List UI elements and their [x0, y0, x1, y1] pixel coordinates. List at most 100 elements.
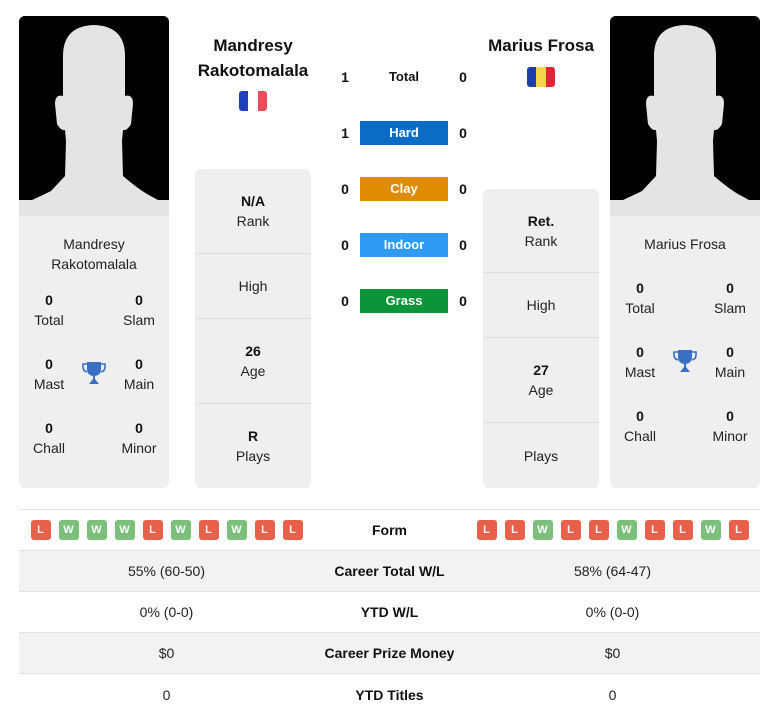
- form-loss-badge[interactable]: L: [30, 520, 51, 540]
- player1-photo: [19, 16, 169, 216]
- player1-prize-money: $0: [158, 645, 175, 661]
- player1-titles-slam: 0 Slam: [109, 290, 169, 330]
- prize-money-row: $0 Career Prize Money $0: [19, 633, 760, 674]
- form-win-badge[interactable]: W: [532, 520, 553, 540]
- form-loss-badge[interactable]: L: [282, 520, 303, 540]
- player1-rank: N/A Rank: [195, 169, 311, 254]
- player2-plays: Plays: [483, 423, 599, 488]
- h2h-right-count: 0: [459, 125, 467, 141]
- h2h-total: 1 Total 0: [330, 65, 478, 89]
- form-loss-badge[interactable]: L: [476, 520, 497, 540]
- player1-age: 26 Age: [195, 319, 311, 404]
- value: 0: [636, 280, 644, 296]
- surface-grass-badge[interactable]: Grass: [360, 289, 448, 313]
- form-win-badge[interactable]: W: [170, 520, 191, 540]
- form-loss-badge[interactable]: L: [254, 520, 275, 540]
- player1-titles-mast: 0 Mast: [19, 354, 79, 394]
- player2-titles-slam: 0 Slam: [700, 278, 760, 318]
- romania-flag-icon: [527, 67, 555, 87]
- h2h-left-count: 0: [341, 293, 349, 309]
- value: Ret.: [527, 212, 555, 229]
- player1-titles-minor: 0 Minor: [109, 418, 169, 458]
- h2h-hard: 1 Hard 0: [330, 121, 478, 145]
- form-win-badge[interactable]: W: [86, 520, 107, 540]
- player2-card: Marius Frosa 0 Total 0 Slam 0 Mast 0 Mai…: [610, 16, 760, 488]
- label: Plays: [523, 447, 559, 464]
- player2-titles-grid: 0 Total 0 Slam 0 Mast 0 Main 0 Chall 0 M…: [610, 278, 760, 478]
- value: 0: [45, 356, 53, 372]
- value: 0: [636, 408, 644, 424]
- player1-high: High: [195, 254, 311, 319]
- value: R: [247, 428, 259, 444]
- player2-age: 27 Age: [483, 338, 599, 423]
- surface-hard-badge[interactable]: Hard: [360, 121, 448, 145]
- h2h-right-count: 0: [459, 237, 467, 253]
- player1-card-name: Mandresy Rakotomalala: [19, 234, 169, 274]
- label: Main: [123, 376, 155, 392]
- h2h-clay: 0 Clay 0: [330, 177, 478, 201]
- form-loss-badge[interactable]: L: [560, 520, 581, 540]
- surface-clay-badge[interactable]: Clay: [360, 177, 448, 201]
- h2h-right-count: 0: [459, 293, 467, 309]
- player1-name[interactable]: Mandresy Rakotomalala: [180, 33, 326, 83]
- surface-indoor-badge[interactable]: Indoor: [360, 233, 448, 257]
- form-win-badge[interactable]: W: [226, 520, 247, 540]
- value: 0: [45, 420, 53, 436]
- form-win-badge[interactable]: W: [114, 520, 135, 540]
- value: 0: [636, 344, 644, 360]
- form-win-badge[interactable]: W: [58, 520, 79, 540]
- label: Slam: [123, 312, 155, 328]
- label: Mast: [624, 364, 656, 380]
- player1-plays: R Plays: [195, 404, 311, 488]
- ytd-titles-row: 0 YTD Titles 0: [19, 674, 760, 715]
- value: 0: [135, 356, 143, 372]
- trophy-icon: [673, 348, 697, 374]
- label: Minor: [121, 440, 157, 456]
- player2-name[interactable]: Marius Frosa: [470, 33, 612, 58]
- player2-titles-total: 0 Total: [610, 278, 670, 318]
- player1-titles-total: 0 Total: [19, 290, 79, 330]
- player2-ytd-titles: 0: [608, 686, 617, 703]
- player1-titles-grid: 0 Total 0 Slam 0 Mast 0 Main 0 Chall 0 M…: [19, 290, 169, 488]
- player2-stats-panel: Ret. Rank High 27 Age Plays: [483, 189, 599, 488]
- form-loss-badge[interactable]: L: [142, 520, 163, 540]
- form-loss-badge[interactable]: L: [728, 520, 749, 540]
- h2h-total-label: Total: [388, 69, 420, 84]
- form-loss-badge[interactable]: L: [644, 520, 665, 540]
- player1-stats-panel: N/A Rank High 26 Age R Plays: [195, 169, 311, 488]
- form-loss-badge[interactable]: L: [672, 520, 693, 540]
- h2h-right-count: 0: [459, 69, 467, 85]
- label: Slam: [714, 300, 746, 316]
- value: 0: [726, 408, 734, 424]
- player2-career-wl: 58% (64-47): [573, 563, 652, 579]
- form-row: LWWWLWLWLL Form LLWLLWLLWL: [19, 510, 760, 551]
- form-win-badge[interactable]: W: [616, 520, 637, 540]
- value: 0: [726, 280, 734, 296]
- flag-stripe: [536, 67, 546, 87]
- h2h-left-count: 1: [341, 69, 349, 85]
- label: Minor: [712, 428, 748, 444]
- h2h-left-count: 0: [341, 237, 349, 253]
- player1-card: Mandresy Rakotomalala 0 Total 0 Slam 0 M…: [19, 16, 169, 488]
- player1-ytd-titles: 0: [162, 686, 171, 703]
- flag-stripe: [248, 91, 258, 111]
- label: Mast: [33, 376, 65, 392]
- form-win-badge[interactable]: W: [700, 520, 721, 540]
- player2-photo: [610, 16, 760, 216]
- form-loss-badge[interactable]: L: [198, 520, 219, 540]
- value: 27: [533, 362, 549, 378]
- flag-stripe: [239, 91, 249, 111]
- player2-titles-chall: 0 Chall: [610, 406, 670, 446]
- label: Plays: [235, 448, 271, 464]
- player1-ytd-wl: 0% (0-0): [139, 604, 194, 620]
- label: High: [238, 278, 268, 294]
- player1-card-name-line1: Mandresy: [63, 236, 125, 252]
- form-loss-badge[interactable]: L: [504, 520, 525, 540]
- player2-titles-mast: 0 Mast: [610, 342, 670, 382]
- label: Age: [528, 382, 554, 398]
- form-loss-badge[interactable]: L: [588, 520, 609, 540]
- player2-ytd-wl: 0% (0-0): [585, 604, 640, 620]
- player1-titles-main: 0 Main: [109, 354, 169, 394]
- h2h-left-count: 0: [341, 181, 349, 197]
- prize-money-label: Career Prize Money: [324, 645, 455, 661]
